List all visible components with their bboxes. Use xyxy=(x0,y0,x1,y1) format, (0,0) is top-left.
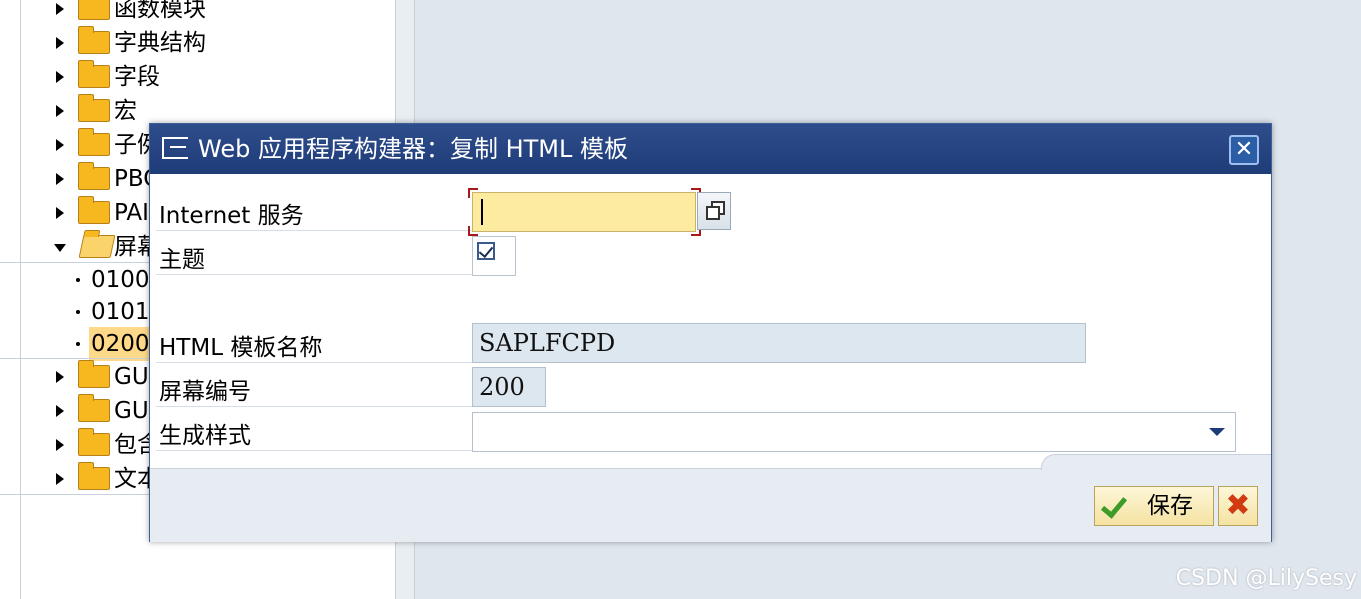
folder-icon xyxy=(78,0,110,20)
theme-label: 主题 xyxy=(159,247,205,273)
dialog-window-icon xyxy=(162,137,188,159)
value-help-button[interactable] xyxy=(697,192,731,230)
expand-arrow-icon[interactable] xyxy=(56,439,64,451)
cancel-button[interactable]: ✖ xyxy=(1218,486,1258,526)
template-name-field: SAPLFCPD xyxy=(472,323,1086,363)
dialog-title: Web 应用程序构建器：复制 HTML 模板 xyxy=(198,135,628,163)
template-name-label: HTML 模板名称 xyxy=(159,335,323,361)
generation-style-label: 生成样式 xyxy=(159,423,251,449)
expand-arrow-icon[interactable] xyxy=(56,371,64,383)
screen-number-label: 屏幕编号 xyxy=(159,379,251,405)
row-separator xyxy=(156,274,472,275)
folder-icon xyxy=(78,26,110,54)
bullet-icon xyxy=(76,342,80,346)
folder-icon xyxy=(78,196,110,224)
tree-leaf-label-selected: 0200 xyxy=(89,327,152,361)
folder-icon xyxy=(78,162,110,190)
row-separator xyxy=(156,406,472,407)
expand-arrow-icon[interactable] xyxy=(56,405,64,417)
expand-arrow-icon[interactable] xyxy=(56,37,64,49)
tree-node-label: 字典结构 xyxy=(114,30,206,56)
footer-tab xyxy=(1041,454,1271,470)
focus-marker xyxy=(468,226,478,236)
folder-icon xyxy=(78,360,110,388)
folder-icon xyxy=(78,128,110,156)
close-button[interactable]: ✕ xyxy=(1229,135,1259,165)
tree-node-label: 宏 xyxy=(114,98,137,124)
expand-arrow-icon[interactable] xyxy=(56,139,64,151)
folder-icon xyxy=(78,60,110,88)
folder-icon xyxy=(78,428,110,456)
expand-arrow-icon[interactable] xyxy=(56,3,64,15)
screen-number-field: 200 xyxy=(472,367,546,407)
dialog-title-bar[interactable]: Web 应用程序构建器：复制 HTML 模板 ✕ xyxy=(150,124,1271,174)
expand-arrow-icon[interactable] xyxy=(56,173,64,185)
expand-arrow-icon[interactable] xyxy=(56,71,64,83)
row-separator xyxy=(156,450,472,451)
expand-arrow-icon[interactable] xyxy=(56,207,64,219)
expand-arrow-icon[interactable] xyxy=(56,105,64,117)
folder-icon xyxy=(78,94,110,122)
tree-node-label: PAI xyxy=(114,200,149,226)
bullet-icon xyxy=(76,278,80,282)
watermark: CSDN @LilySesy xyxy=(1175,566,1357,591)
row-separator xyxy=(156,362,472,363)
folder-icon xyxy=(78,394,110,422)
checkmark-icon xyxy=(1100,491,1128,519)
tree-leaf-label: 0101 xyxy=(91,299,150,325)
save-button-label: 保存 xyxy=(1147,493,1193,519)
internet-service-label: Internet 服务 xyxy=(159,203,304,229)
tree-node-function-modules[interactable]: 函数模块 xyxy=(0,0,395,26)
save-button[interactable]: 保存 xyxy=(1094,486,1214,526)
theme-checkbox-cell xyxy=(472,236,516,276)
collapse-arrow-icon[interactable] xyxy=(54,244,66,252)
focus-marker xyxy=(468,188,478,198)
tree-node-label: 字段 xyxy=(114,64,160,90)
generation-style-select[interactable] xyxy=(472,412,1236,452)
tree-node-label: 函数模块 xyxy=(114,0,206,22)
copy-html-template-dialog: Web 应用程序构建器：复制 HTML 模板 ✕ Internet 服务 主题 … xyxy=(149,123,1272,542)
internet-service-input[interactable] xyxy=(472,192,696,232)
tree-node-fields[interactable]: 字段 xyxy=(0,60,395,94)
expand-arrow-icon[interactable] xyxy=(56,473,64,485)
text-cursor xyxy=(481,199,483,225)
theme-checkbox[interactable] xyxy=(477,242,495,260)
open-folder-icon xyxy=(78,235,116,258)
tree-leaf-label: 0100 xyxy=(91,267,150,293)
folder-icon xyxy=(78,462,110,490)
copy-icon xyxy=(706,206,720,220)
chevron-down-icon[interactable] xyxy=(1209,428,1225,436)
row-separator xyxy=(156,230,472,231)
tree-node-dictionary-structures[interactable]: 字典结构 xyxy=(0,26,395,60)
bullet-icon xyxy=(76,310,80,314)
